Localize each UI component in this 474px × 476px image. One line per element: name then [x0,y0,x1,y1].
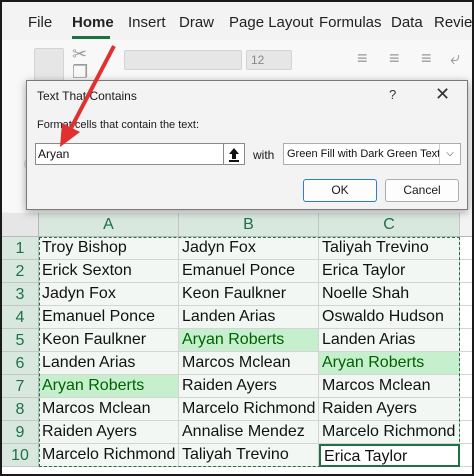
row-header[interactable]: 10 [2,444,39,467]
cell-c9[interactable]: Marcelo Richmond [319,421,460,444]
clipboard-icon[interactable] [34,48,64,82]
cell-b2[interactable]: Emanuel Ponce [179,260,319,283]
tab-data[interactable]: Data [391,14,423,31]
dialog-prompt: Format cells that contain the text: [37,119,200,131]
cell-d8[interactable] [460,398,472,421]
cell-a4[interactable]: Emanuel Ponce [39,306,179,329]
worksheet-grid: A B C 1 Troy Bishop Jadyn Fox Taliyah Trevi… [2,213,472,474]
cell-b6[interactable]: Marcos Mclean [179,352,319,375]
cell-d10[interactable] [460,444,472,467]
row-header[interactable]: 9 [2,421,39,444]
cell-a8[interactable]: Marcos Mclean [39,398,179,421]
cell-a1[interactable]: Troy Bishop [39,237,179,260]
cell-a2[interactable]: Erick Sexton [39,260,179,283]
cell-d2[interactable] [460,260,472,283]
cell-d9[interactable] [460,421,472,444]
cell-b10[interactable]: Taliyah Trevino [179,444,319,467]
cell-b9[interactable]: Annalise Mendez [179,421,319,444]
cell-a5[interactable]: Keon Faulkner [39,329,179,352]
ok-button[interactable]: OK [303,179,377,202]
row-header[interactable]: 4 [2,306,39,329]
select-all-corner[interactable] [2,213,39,237]
column-header-a[interactable]: A [39,213,179,237]
tab-page-layout[interactable]: Page Layout [229,14,313,31]
cell-b3[interactable]: Keon Faulkner [179,283,319,306]
align-icon[interactable]: ≡ [357,48,368,69]
cell-c10[interactable]: Erica Taylor [319,444,460,467]
cell-a6[interactable]: Landen Arias [39,352,179,375]
cell-b4[interactable]: Landen Arias [179,306,319,329]
cell-c5[interactable]: Landen Arias [319,329,460,352]
cell-a9[interactable]: Raiden Ayers [39,421,179,444]
cell-c3[interactable]: Noelle Shah [319,283,460,306]
format-style-select[interactable]: Green Fill with Dark Green Text [283,143,461,165]
cell-b1[interactable]: Jadyn Fox [179,237,319,260]
cell-c8[interactable]: Raiden Ayers [319,398,460,421]
active-tab-indicator [72,36,110,39]
cell-b5[interactable]: Aryan Roberts [179,329,319,352]
cell-d7[interactable] [460,375,472,398]
tab-formulas[interactable]: Formulas [319,14,382,31]
cell-d4[interactable] [460,306,472,329]
font-name-select[interactable] [124,50,242,70]
cell-c4[interactable]: Oswaldo Hudson [319,306,460,329]
tab-draw[interactable]: Draw [179,14,214,31]
excel-window: File Home Insert Draw Page Layout Formul… [0,0,474,476]
row-header[interactable]: 7 [2,375,39,398]
align-center-icon[interactable]: ≡ [389,48,400,69]
upload-collapse-icon[interactable] [223,143,245,165]
cell-a3[interactable]: Jadyn Fox [39,283,179,306]
cell-b7[interactable]: Raiden Ayers [179,375,319,398]
row-header[interactable]: 5 [2,329,39,352]
help-icon[interactable]: ? [389,87,396,102]
cell-d1[interactable] [460,237,472,260]
text-contains-input[interactable]: Aryan [35,143,225,165]
cancel-button[interactable]: Cancel [385,179,459,202]
dialog-title: Text That Contains [37,89,137,103]
ribbon-tabs: File Home Insert Draw Page Layout Formul… [2,2,472,40]
row-header[interactable]: 2 [2,260,39,283]
cell-d6[interactable] [460,352,472,375]
tab-file[interactable]: File [28,14,52,31]
close-icon[interactable]: ✕ [435,84,450,105]
cell-a7[interactable]: Aryan Roberts [39,375,179,398]
text-that-contains-dialog: Text That Contains ? ✕ Format cells that… [26,80,468,210]
cell-c2[interactable]: Erica Taylor [319,260,460,283]
tab-insert[interactable]: Insert [128,14,166,31]
column-header-b[interactable]: B [179,213,319,237]
cell-c1[interactable]: Taliyah Trevino [319,237,460,260]
cell-a10[interactable]: Marcelo Richmond [39,444,179,467]
tab-review[interactable]: Review [434,14,472,31]
cell-d5[interactable] [460,329,472,352]
cell-c6[interactable]: Aryan Roberts [319,352,460,375]
cell-c7[interactable]: Marcos Mclean [319,375,460,398]
cell-d3[interactable] [460,283,472,306]
font-size-select[interactable]: 12 [246,50,292,70]
column-header-c[interactable]: C [319,213,460,237]
row-header[interactable]: 1 [2,237,39,260]
row-header[interactable]: 8 [2,398,39,421]
with-label: with [253,148,275,162]
wrap-icon[interactable]: ⤶ [450,48,460,69]
row-header[interactable]: 6 [2,352,39,375]
align-right-icon[interactable]: ≡ [421,48,432,69]
tab-home[interactable]: Home [72,14,114,31]
chevron-down-icon[interactable]: ⌵ [439,144,460,164]
column-header-d[interactable] [460,213,472,237]
cell-b8[interactable]: Marcelo Richmond [179,398,319,421]
row-header[interactable]: 3 [2,283,39,306]
